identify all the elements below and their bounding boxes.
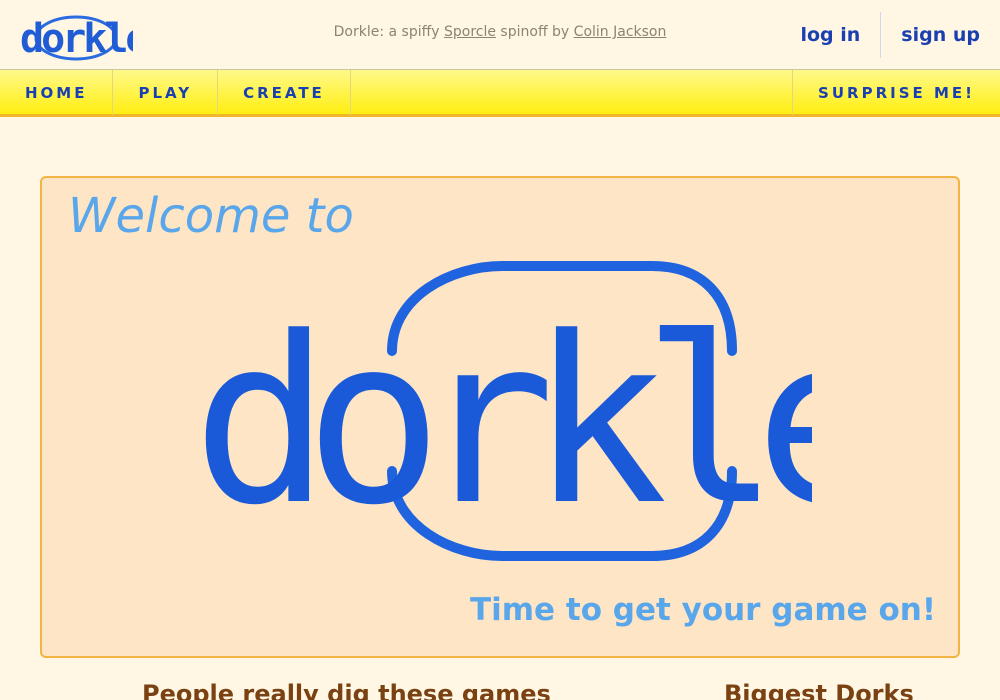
login-link[interactable]: log in bbox=[780, 24, 880, 46]
author-link[interactable]: Colin Jackson bbox=[574, 24, 667, 40]
dorkle-big-logo: dorkle! bbox=[192, 261, 812, 561]
nav-play[interactable]: PLAY bbox=[113, 70, 219, 115]
nav-surprise-me[interactable]: SURPRISE ME! bbox=[792, 70, 1000, 115]
tagline-middle: spinoff by bbox=[495, 24, 574, 40]
top-bar: dorkle! Dorkle: a spiffy Sporcle spinoff… bbox=[0, 0, 1000, 69]
nav-home[interactable]: HOME bbox=[0, 70, 114, 115]
hero-tagline: Time to get your game on! bbox=[469, 592, 936, 628]
popular-games-heading: People really dig these games bbox=[142, 680, 551, 700]
welcome-hero: Welcome to dorkle! Time to get your game… bbox=[40, 176, 960, 658]
nav-create[interactable]: CREATE bbox=[218, 70, 351, 115]
main-nav: HOME PLAY CREATE SURPRISE ME! bbox=[0, 69, 1000, 117]
auth-links: log in sign up bbox=[780, 0, 1000, 69]
nav-spacer bbox=[351, 70, 792, 114]
biggest-dorks-heading: Biggest Dorks bbox=[724, 680, 914, 700]
signup-link[interactable]: sign up bbox=[881, 24, 1000, 46]
sporcle-link[interactable]: Sporcle bbox=[444, 24, 496, 40]
welcome-heading: Welcome to bbox=[68, 188, 354, 244]
tagline-prefix: Dorkle: a spiffy bbox=[333, 24, 444, 40]
svg-text:dorkle!: dorkle! bbox=[192, 289, 812, 556]
